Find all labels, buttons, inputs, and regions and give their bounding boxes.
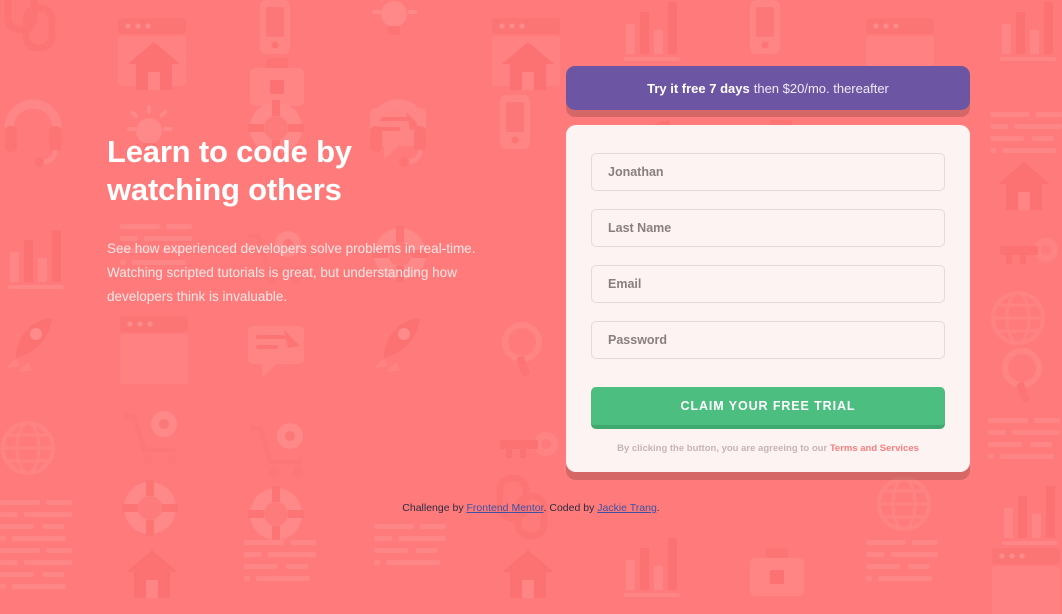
terms-and-services-link[interactable]: Terms and Services bbox=[830, 443, 919, 454]
promo-banner-rest-text: then $20/mo. thereafter bbox=[753, 80, 889, 96]
attribution-footer: Challenge by Frontend Mentor. Coded by J… bbox=[0, 502, 1062, 514]
hero-section: Learn to code by watching others See how… bbox=[107, 133, 507, 309]
attribution-prefix-text: Challenge by bbox=[402, 502, 467, 514]
first-name-input[interactable] bbox=[591, 153, 945, 191]
password-input[interactable] bbox=[591, 321, 945, 359]
author-link[interactable]: Jackie Trang bbox=[597, 502, 657, 514]
frontend-mentor-link[interactable]: Frontend Mentor bbox=[467, 502, 544, 514]
signup-form: CLAIM YOUR FREE TRIAL By clicking the bu… bbox=[566, 125, 970, 472]
claim-free-trial-button[interactable]: CLAIM YOUR FREE TRIAL bbox=[591, 387, 945, 429]
landing-page: Learn to code by watching others See how… bbox=[0, 0, 1062, 614]
terms-prefix-text: By clicking the button, you are agreeing… bbox=[617, 443, 830, 454]
last-name-input[interactable] bbox=[591, 209, 945, 247]
promo-banner-strong-text: Try it free 7 days bbox=[647, 80, 750, 96]
attribution-middle-text: . Coded by bbox=[543, 502, 598, 514]
page-title: Learn to code by watching others bbox=[107, 134, 352, 207]
email-input[interactable] bbox=[591, 265, 945, 303]
hero-description: See how experienced developers solve pro… bbox=[107, 241, 476, 304]
promo-banner[interactable]: Try it free 7 days then $20/mo. thereaft… bbox=[566, 66, 970, 110]
signup-column: Try it free 7 days then $20/mo. thereaft… bbox=[566, 66, 970, 472]
terms-notice: By clicking the button, you are agreeing… bbox=[591, 443, 945, 454]
attribution-suffix-text: . bbox=[656, 502, 660, 514]
